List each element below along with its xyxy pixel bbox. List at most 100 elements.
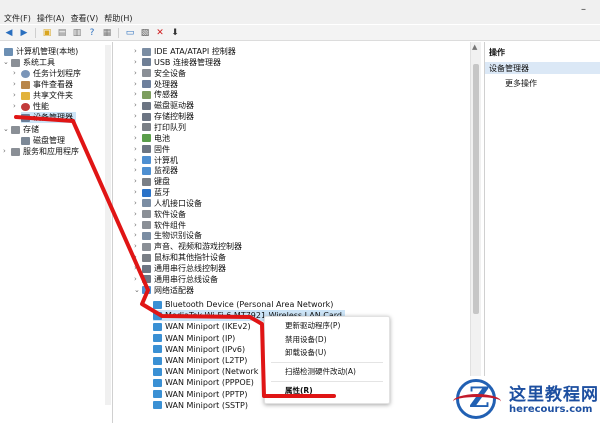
chevron-down-icon[interactable]: ⌄ <box>3 57 11 68</box>
chevron-right-icon[interactable]: › <box>134 198 142 209</box>
minimize-button[interactable]: – <box>581 4 586 15</box>
chevron-right-icon[interactable]: › <box>134 68 142 79</box>
tree-system-tools[interactable]: ⌄ 系统工具 <box>3 57 55 68</box>
up-folder-icon[interactable]: ▣ <box>41 27 53 38</box>
device-category[interactable]: › USB 连接器管理器 <box>134 57 221 68</box>
tree-services[interactable]: › 服务和应用程序 <box>3 146 79 157</box>
scroll-thumb[interactable] <box>473 64 479 314</box>
tree-item-performance[interactable]: › 性能 <box>13 101 49 112</box>
chevron-right-icon[interactable]: › <box>134 122 142 133</box>
update-driver-icon[interactable]: ▧ <box>139 27 151 38</box>
device-category[interactable]: › 蓝牙 <box>134 187 170 198</box>
chevron-right-icon[interactable]: › <box>13 79 21 90</box>
network-adapter-item[interactable]: WAN Miniport (IPv6) <box>153 344 245 355</box>
device-category[interactable]: › 人机接口设备 <box>134 198 202 209</box>
left-scrollbar[interactable] <box>105 45 111 405</box>
device-category[interactable]: › 通用串行总线设备 <box>134 274 218 285</box>
device-category[interactable]: › 传感器 <box>134 89 178 100</box>
chevron-right-icon[interactable]: › <box>134 111 142 122</box>
device-category[interactable]: › 电池 <box>134 133 170 144</box>
network-adapter-item[interactable]: WAN Miniport (IP) <box>153 333 235 344</box>
chevron-right-icon[interactable]: › <box>13 101 21 112</box>
chevron-right-icon[interactable]: › <box>134 89 142 100</box>
device-category[interactable]: › 生物识别设备 <box>134 230 202 241</box>
chevron-right-icon[interactable]: › <box>134 155 142 166</box>
device-category[interactable]: › 声音、视频和游戏控制器 <box>134 241 242 252</box>
actions-device-manager[interactable]: 设备管理器 <box>485 62 600 74</box>
chevron-right-icon[interactable]: › <box>134 209 142 220</box>
tree-item-disk-management[interactable]: 磁盘管理 <box>21 135 65 146</box>
network-adapter-item[interactable]: WAN Miniport (Network Mo <box>153 366 273 377</box>
chevron-right-icon[interactable]: › <box>134 274 142 285</box>
tree-item-event-viewer[interactable]: › 事件查看器 <box>13 79 73 90</box>
scroll-up-icon[interactable]: ▲ <box>472 43 477 51</box>
device-category[interactable]: › 打印队列 <box>134 122 186 133</box>
network-adapter-item[interactable]: Bluetooth Device (Personal Area Network) <box>153 299 333 310</box>
menu-item-update-driver[interactable]: 更新驱动程序(P) <box>285 321 340 331</box>
device-category[interactable]: › 磁盘驱动器 <box>134 100 194 111</box>
uninstall-icon[interactable]: ✕ <box>154 27 166 38</box>
device-category[interactable]: › 监视器 <box>134 165 178 176</box>
chevron-right-icon[interactable]: › <box>134 230 142 241</box>
tree-item-task-scheduler[interactable]: › 任务计划程序 <box>13 68 81 79</box>
menu-item-uninstall-device[interactable]: 卸载设备(U) <box>285 348 326 358</box>
network-adapter-item[interactable]: WAN Miniport (L2TP) <box>153 355 247 366</box>
chevron-down-icon[interactable]: ⌄ <box>3 124 11 135</box>
chevron-down-icon[interactable]: ⌄ <box>134 285 142 296</box>
properties-icon[interactable]: ▥ <box>71 27 83 38</box>
tree-item-shared-folders[interactable]: › 共享文件夹 <box>13 90 73 101</box>
chevron-right-icon[interactable]: › <box>134 57 142 68</box>
device-category[interactable]: › 安全设备 <box>134 68 186 79</box>
menu-view[interactable]: 查看(V) <box>71 13 99 25</box>
device-category[interactable]: › IDE ATA/ATAPI 控制器 <box>134 46 236 57</box>
chevron-right-icon[interactable]: › <box>134 165 142 176</box>
device-category[interactable]: › 存储控制器 <box>134 111 194 122</box>
device-category[interactable]: ⌄ 网络适配器 <box>134 285 194 296</box>
forward-icon[interactable]: ▶ <box>18 27 30 38</box>
menu-item-disable-device[interactable]: 禁用设备(D) <box>285 335 327 345</box>
chevron-right-icon[interactable]: › <box>134 176 142 187</box>
chevron-right-icon[interactable]: › <box>134 133 142 144</box>
show-tree-icon[interactable]: ▤ <box>56 27 68 38</box>
network-adapter-item[interactable]: WAN Miniport (IKEv2) <box>153 321 251 332</box>
device-category[interactable]: › 通用串行总线控制器 <box>134 263 226 274</box>
monitor-icon[interactable]: ▭ <box>124 27 136 38</box>
chevron-right-icon[interactable]: › <box>134 252 142 263</box>
chevron-right-icon[interactable]: › <box>134 263 142 274</box>
network-adapter-item[interactable]: WAN Miniport (PPPOE) <box>153 377 254 388</box>
network-adapter-item[interactable]: WAN Miniport (SSTP) <box>153 400 248 411</box>
chevron-right-icon[interactable]: › <box>134 46 142 57</box>
chevron-right-icon[interactable]: › <box>13 68 21 79</box>
network-adapter-item[interactable]: WAN Miniport (PPTP) <box>153 389 247 400</box>
menu-item-properties[interactable]: 属性(R) <box>285 386 313 396</box>
more-actions-link[interactable]: 更多操作 <box>505 78 537 89</box>
chevron-right-icon[interactable]: › <box>134 220 142 231</box>
menu-file[interactable]: 文件(F) <box>4 13 31 25</box>
chevron-right-icon[interactable]: › <box>134 100 142 111</box>
tree-storage[interactable]: ⌄ 存储 <box>3 124 39 135</box>
device-category[interactable]: › 软件组件 <box>134 220 186 231</box>
chevron-right-icon[interactable]: › <box>134 144 142 155</box>
device-category[interactable]: › 处理器 <box>134 79 178 90</box>
scan-download-icon[interactable]: ⬇ <box>169 27 181 38</box>
device-category[interactable]: › 计算机 <box>134 155 178 166</box>
device-category[interactable]: › 键盘 <box>134 176 170 187</box>
chevron-right-icon[interactable]: › <box>3 146 11 157</box>
chevron-right-icon[interactable]: › <box>13 90 21 101</box>
chevron-right-icon[interactable]: › <box>134 241 142 252</box>
tree-item-device-manager[interactable]: 设备管理器 <box>21 112 76 123</box>
tree-root[interactable]: 计算机管理(本地) <box>4 46 78 57</box>
chevron-right-icon[interactable]: › <box>134 79 142 90</box>
device-category[interactable]: › 固件 <box>134 144 170 155</box>
back-icon[interactable]: ◀ <box>3 27 15 38</box>
menu-action[interactable]: 操作(A) <box>37 13 65 25</box>
help-icon[interactable]: ? <box>86 27 98 38</box>
chevron-right-icon[interactable]: › <box>134 187 142 198</box>
menu-help[interactable]: 帮助(H) <box>104 13 132 25</box>
view-icon[interactable]: ▦ <box>101 27 113 38</box>
device-category-icon <box>142 112 151 121</box>
device-list-scrollbar[interactable]: ▲ ▼ <box>470 42 481 414</box>
device-category[interactable]: › 软件设备 <box>134 209 186 220</box>
menu-item-scan-hardware[interactable]: 扫描检测硬件改动(A) <box>285 367 356 377</box>
device-category[interactable]: › 鼠标和其他指针设备 <box>134 252 226 263</box>
